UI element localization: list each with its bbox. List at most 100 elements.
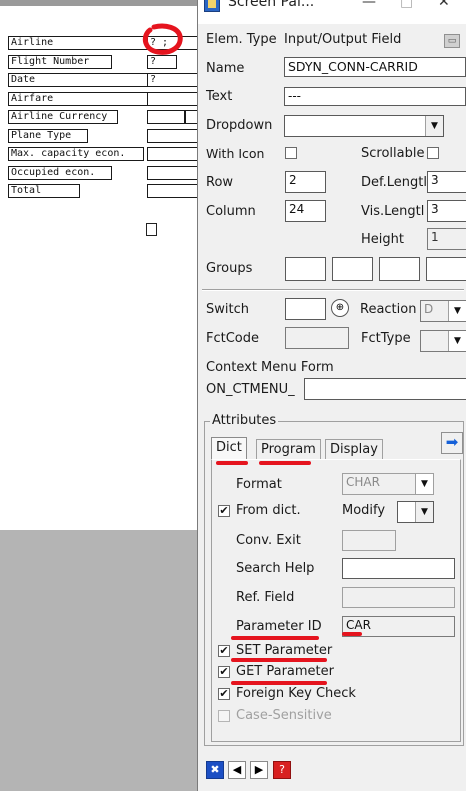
canvas-field-occupied[interactable]: [147, 166, 199, 180]
maximize-button[interactable]: □: [400, 0, 413, 10]
height-label: Height: [361, 232, 404, 247]
fctcode-input[interactable]: [285, 327, 349, 349]
layout-canvas[interactable]: Airline Flight Number Date Airfare Airli…: [0, 0, 199, 791]
search-help-input[interactable]: [342, 558, 455, 579]
canvas-top-border: [0, 0, 197, 6]
icon-detail: [208, 0, 216, 8]
canvas-field-total[interactable]: [147, 184, 199, 198]
close-x-icon[interactable]: ✖: [206, 761, 224, 779]
groups-input-4[interactable]: [426, 257, 466, 281]
switch-label: Switch: [206, 302, 249, 317]
canvas-field-flight-number[interactable]: ?: [147, 55, 177, 69]
conv-exit-input[interactable]: [342, 530, 396, 551]
column-input[interactable]: 24: [285, 200, 326, 222]
groups-input-1[interactable]: [285, 257, 326, 281]
canvas-label-airfare[interactable]: Airfare: [8, 92, 148, 106]
canvas-label-date[interactable]: Date: [8, 73, 148, 87]
row-label: Row: [206, 175, 234, 190]
canvas-field-plane-type[interactable]: [147, 129, 199, 143]
groups-label: Groups: [206, 261, 253, 276]
fcttype-label: FctType: [361, 331, 411, 346]
groups-input-2[interactable]: [332, 257, 373, 281]
text-input[interactable]: ---: [284, 87, 466, 106]
dropdown-label: Dropdown: [206, 118, 273, 133]
arrow-right-icon[interactable]: ➡: [441, 432, 463, 454]
canvas-label-airline[interactable]: Airline: [8, 36, 148, 50]
reaction-select[interactable]: D ▼: [420, 300, 466, 322]
groups-input-3[interactable]: [379, 257, 420, 281]
ref-field-input[interactable]: [342, 587, 455, 608]
conv-exit-label: Conv. Exit: [236, 533, 301, 548]
name-input[interactable]: SDYN_CONN-CARRID: [284, 57, 466, 77]
canvas-label-airline-currency[interactable]: Airline Currency: [8, 110, 118, 124]
screen-painter-icon: [204, 0, 220, 12]
ref-field-label: Ref. Field: [236, 590, 295, 605]
canvas-label-flight-number[interactable]: Flight Number: [8, 55, 112, 69]
case-sensitive-checkbox[interactable]: [218, 710, 230, 722]
annotation-underline: [259, 461, 311, 465]
elem-type-label: Elem. Type: [206, 32, 277, 47]
text-label: Text: [206, 89, 233, 104]
def-length-input[interactable]: 3: [427, 171, 466, 193]
tab-program[interactable]: Program: [256, 439, 321, 460]
fctcode-label: FctCode: [206, 331, 260, 346]
scrollable-label: Scrollable: [361, 146, 425, 161]
tab-display[interactable]: Display: [325, 439, 383, 460]
canvas-label-plane-type[interactable]: Plane Type: [8, 129, 88, 143]
case-sensitive-label: Case-Sensitive: [236, 708, 332, 723]
foreign-key-checkbox[interactable]: ✔: [218, 688, 230, 700]
vis-length-label: Vis.Lengtl: [361, 204, 425, 219]
previous-icon[interactable]: ◀: [228, 761, 246, 779]
canvas-label-occupied[interactable]: Occupied econ.: [8, 166, 112, 180]
canvas-field-airfare[interactable]: [147, 92, 199, 106]
def-length-label: Def.Lengtl: [361, 175, 427, 190]
annotation-underline: [231, 658, 327, 662]
vis-length-input[interactable]: 3: [427, 200, 466, 222]
format-label: Format: [236, 477, 282, 492]
context-menu-prefix: ON_CTMENU_: [206, 382, 295, 397]
format-select[interactable]: CHAR ▼: [342, 473, 434, 495]
chevron-down-icon[interactable]: ▼: [415, 474, 433, 494]
get-parameter-checkbox[interactable]: ✔: [218, 666, 230, 678]
scrollable-checkbox[interactable]: [427, 147, 439, 159]
title-bar[interactable]: Screen Pai... — □ ✕: [198, 0, 466, 24]
row-input[interactable]: 2: [285, 171, 326, 193]
chevron-down-icon[interactable]: ▼: [448, 331, 466, 351]
set-parameter-checkbox[interactable]: ✔: [218, 645, 230, 657]
minimize-button[interactable]: —: [362, 0, 376, 10]
chevron-down-icon[interactable]: ▼: [425, 116, 443, 136]
with-icon-label: With Icon: [206, 146, 265, 161]
modify-select[interactable]: ▼: [397, 501, 434, 523]
canvas-field-max-capacity[interactable]: [147, 147, 199, 161]
fcttype-select[interactable]: ▼: [420, 330, 466, 352]
canvas-field-currency[interactable]: [147, 110, 185, 124]
from-dict-checkbox[interactable]: ✔: [218, 505, 230, 517]
annotation-circle: [142, 23, 183, 55]
canvas-field-date[interactable]: ?: [147, 73, 199, 87]
section-divider: [202, 289, 464, 291]
switch-input[interactable]: [285, 298, 326, 320]
set-parameter-label: SET Parameter: [236, 643, 333, 658]
chevron-down-icon[interactable]: ▼: [448, 301, 466, 321]
parameter-id-label: Parameter ID: [236, 619, 322, 634]
elem-type-value: Input/Output Field: [284, 32, 402, 47]
switch-detail-icon[interactable]: ⊕: [331, 299, 349, 317]
context-menu-label: Context Menu Form: [206, 360, 334, 375]
help-icon[interactable]: ?: [273, 761, 291, 779]
element-list-icon[interactable]: ▭: [444, 34, 460, 48]
chevron-down-icon[interactable]: ▼: [415, 502, 433, 522]
context-menu-input[interactable]: [304, 378, 466, 400]
next-icon[interactable]: ▶: [250, 761, 268, 779]
height-input[interactable]: 1: [427, 228, 466, 250]
tab-dict[interactable]: Dict: [211, 437, 247, 460]
foreign-key-label: Foreign Key Check: [236, 686, 356, 701]
with-icon-checkbox[interactable]: [285, 147, 297, 159]
attributes-dialog[interactable]: Screen Pai... — □ ✕ Elem. Type Input/Out…: [197, 0, 466, 791]
annotation-underline: [342, 632, 362, 636]
attributes-title: Attributes: [210, 413, 279, 428]
canvas-checkbox[interactable]: [146, 223, 157, 236]
canvas-label-max-capacity[interactable]: Max. capacity econ.: [8, 147, 144, 161]
close-button[interactable]: ✕: [438, 0, 450, 10]
dropdown-select[interactable]: ▼: [284, 115, 444, 137]
canvas-label-total[interactable]: Total: [8, 184, 80, 198]
